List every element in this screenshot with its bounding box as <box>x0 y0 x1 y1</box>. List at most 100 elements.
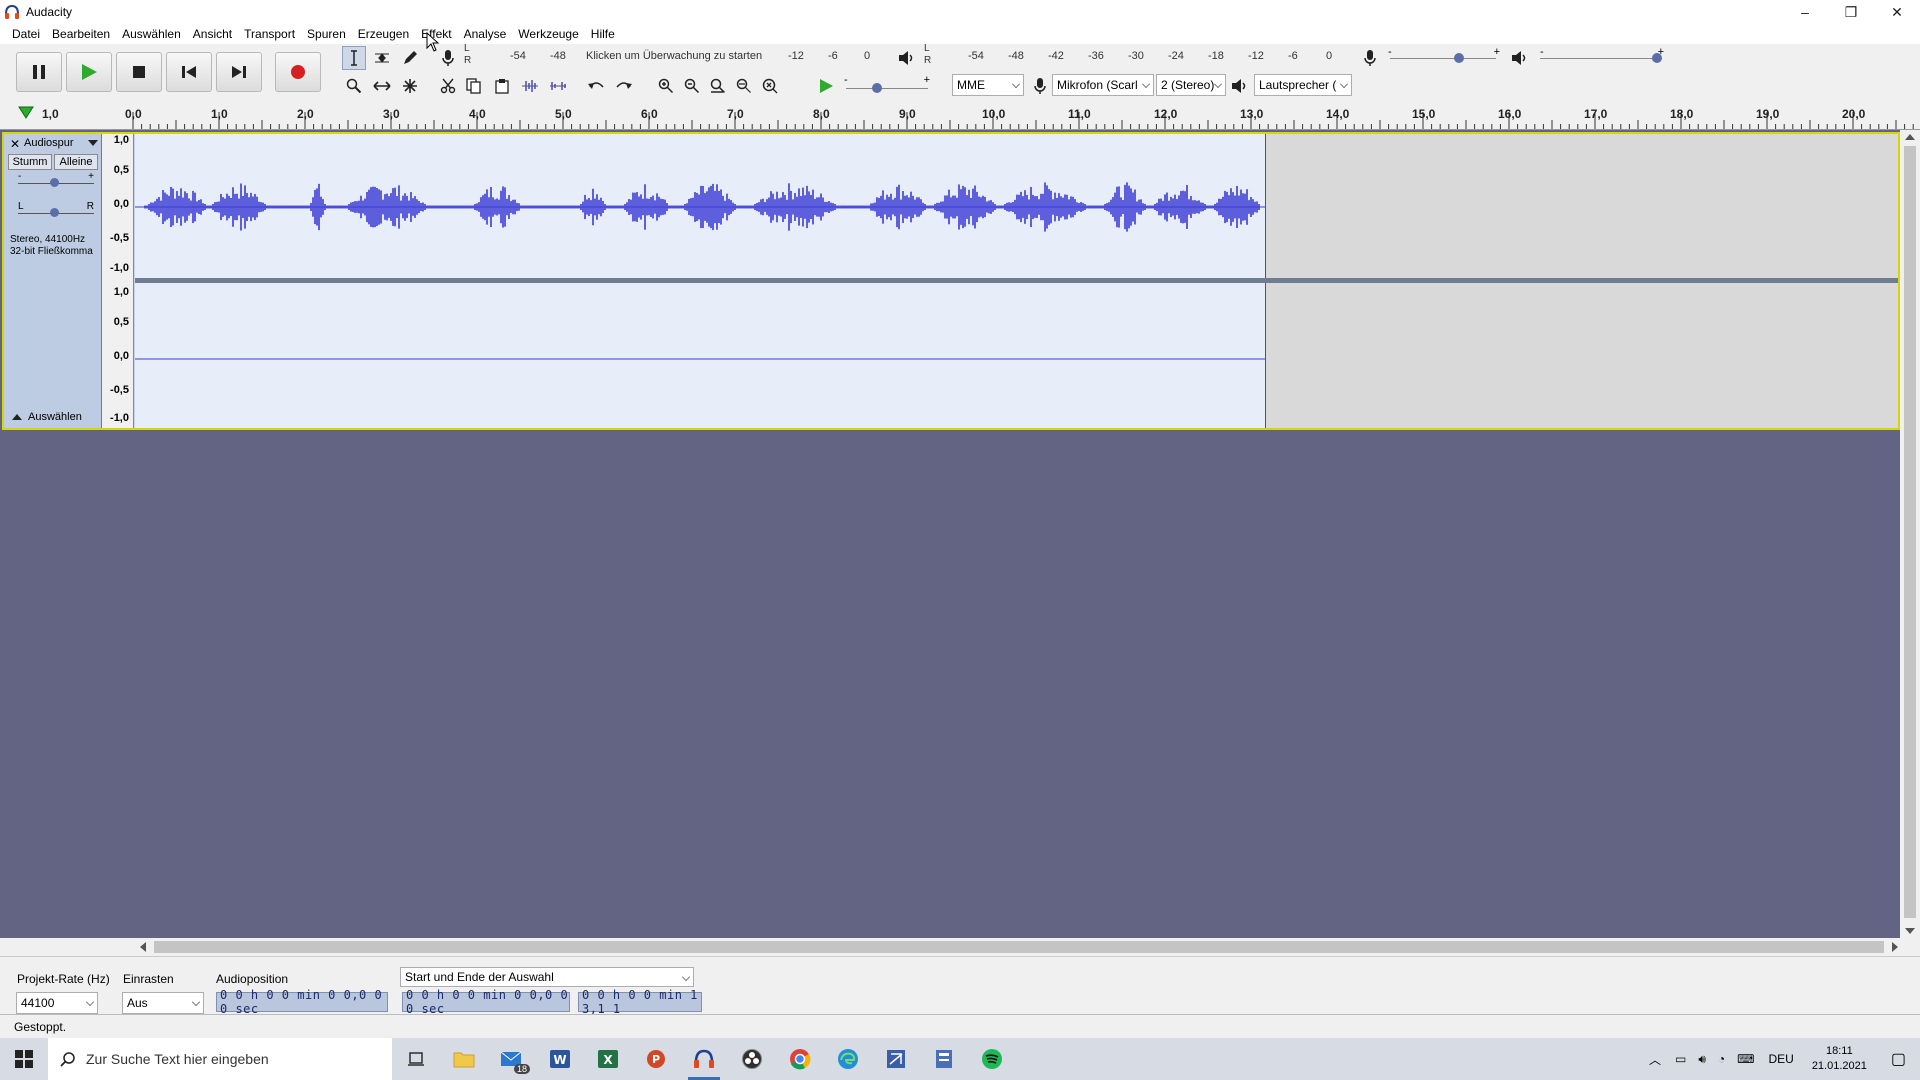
track-area[interactable]: ✕ Audiospur Stumm Alleine - + L R Stereo… <box>0 130 1920 938</box>
taskbar-excel[interactable]: X <box>584 1038 632 1080</box>
scroll-right-arrow-icon[interactable] <box>1892 942 1898 952</box>
taskbar-chrome[interactable] <box>776 1038 824 1080</box>
output-device-select[interactable]: Lautsprecher ( <box>1254 74 1352 96</box>
taskbar-obs[interactable] <box>728 1038 776 1080</box>
tray-overflow-icon[interactable]: ︿ <box>1641 1051 1669 1068</box>
slider-thumb[interactable] <box>50 178 59 187</box>
slider-thumb[interactable] <box>872 83 882 93</box>
scroll-thumb[interactable] <box>1904 146 1916 918</box>
channels-select[interactable]: 2 (Stereo) <box>1156 74 1226 96</box>
mute-button[interactable]: Stumm <box>8 154 52 170</box>
redo-button[interactable] <box>612 74 636 98</box>
track-select-button[interactable]: Auswählen <box>8 410 98 426</box>
slider-thumb[interactable] <box>1454 53 1464 63</box>
track-close-button[interactable]: ✕ <box>8 137 22 151</box>
scroll-down-arrow-icon[interactable] <box>1905 928 1915 934</box>
taskbar-app-notes[interactable] <box>920 1038 968 1080</box>
copy-button[interactable] <box>462 74 486 98</box>
tray-device-icon[interactable]: ▭ <box>1669 1052 1692 1066</box>
notification-center-icon[interactable]: ▢ <box>1877 1049 1920 1069</box>
recording-meter[interactable]: L R -54 -48 Klicken um Überwachung zu st… <box>462 43 882 66</box>
pause-button[interactable] <box>16 52 62 92</box>
output-volume-slider[interactable]: - + <box>1536 46 1666 68</box>
solo-button[interactable]: Alleine <box>54 154 98 170</box>
audio-position-field[interactable]: 0 0 h 0 0 min 0 0,0 0 0 sec <box>216 988 388 1016</box>
menu-transport[interactable]: Transport <box>238 27 301 41</box>
paste-button[interactable] <box>490 74 514 98</box>
taskbar-file-explorer[interactable] <box>440 1038 488 1080</box>
zoom-in-button[interactable] <box>654 74 678 98</box>
play-button[interactable] <box>66 52 112 92</box>
tray-clock[interactable]: 18:11 21.01.2021 <box>1802 1044 1877 1074</box>
selection-end-field[interactable]: 0 0 h 0 0 min 1 3,1 1 <box>578 988 702 1016</box>
taskbar-app-tool[interactable] <box>872 1038 920 1080</box>
taskbar-edge[interactable] <box>824 1038 872 1080</box>
slider-thumb[interactable] <box>50 208 59 217</box>
tray-language[interactable]: DEU <box>1760 1052 1801 1066</box>
horizontal-scrollbar[interactable] <box>0 938 1920 956</box>
track-name-menu[interactable]: Audiospur <box>24 137 100 151</box>
selection-mode-select[interactable]: Start und Ende der Auswahl <box>400 967 694 987</box>
scroll-thumb[interactable] <box>154 941 1884 953</box>
playback-meter-button[interactable] <box>895 46 919 70</box>
menu-werkzeuge[interactable]: Werkzeuge <box>512 27 584 41</box>
channel-separator[interactable] <box>135 278 1898 283</box>
menu-analyse[interactable]: Analyse <box>458 27 513 41</box>
taskbar-powerpoint[interactable]: P <box>632 1038 680 1080</box>
project-rate-select[interactable]: 44100 <box>16 992 98 1014</box>
envelope-tool-button[interactable] <box>370 46 394 70</box>
vertical-ruler[interactable]: 1,0 0,5 0,0 -0,5 -1,0 1,0 0,5 0,0 -0,5 -… <box>102 134 134 428</box>
timeshift-tool-button[interactable] <box>370 74 394 98</box>
selection-start-field[interactable]: 0 0 h 0 0 min 0 0,0 0 0 sec <box>402 988 570 1016</box>
menu-erzeugen[interactable]: Erzeugen <box>352 27 415 41</box>
timeline-ruler[interactable]: 1,0 0,0 1,0 2,0 3,0 4,0 5,0 6,0 7,0 8,0 … <box>0 102 1920 130</box>
snap-select[interactable]: Aus <box>122 992 204 1014</box>
zoom-out-button[interactable] <box>680 74 704 98</box>
skip-to-end-button[interactable] <box>216 52 262 92</box>
draw-tool-button[interactable] <box>398 46 422 70</box>
taskbar-mail[interactable]: 18 <box>488 1038 536 1080</box>
play-at-speed-button[interactable] <box>814 74 838 98</box>
undo-button[interactable] <box>584 74 608 98</box>
menu-datei[interactable]: Datei <box>6 27 46 41</box>
scroll-up-arrow-icon[interactable] <box>1905 134 1915 140</box>
slider-thumb[interactable] <box>1652 53 1662 63</box>
menu-spuren[interactable]: Spuren <box>301 27 352 41</box>
record-button[interactable] <box>275 52 321 92</box>
scroll-left-arrow-icon[interactable] <box>140 942 146 952</box>
stop-button[interactable] <box>116 52 162 92</box>
menu-auswaehlen[interactable]: Auswählen <box>116 27 187 41</box>
menu-hilfe[interactable]: Hilfe <box>585 27 621 41</box>
zoom-toggle-button[interactable] <box>758 74 782 98</box>
taskbar-search-box[interactable]: Zur Suche Text hier eingeben <box>48 1038 392 1080</box>
selection-tool-button[interactable] <box>342 46 366 70</box>
fit-selection-button[interactable] <box>706 74 730 98</box>
tray-network-icon[interactable]: ◔ <box>1712 1052 1731 1066</box>
gain-slider[interactable]: - + <box>16 171 96 192</box>
vertical-scrollbar[interactable] <box>1900 130 1920 938</box>
input-device-select[interactable]: Mikrofon (Scarl <box>1052 74 1154 96</box>
minimize-button[interactable]: – <box>1782 0 1828 24</box>
zoom-tool-button[interactable] <box>342 74 366 98</box>
taskbar-spotify[interactable] <box>968 1038 1016 1080</box>
pan-slider[interactable]: L R <box>16 201 96 222</box>
play-speed-slider[interactable]: - + <box>842 74 932 97</box>
input-volume-slider[interactable]: - + <box>1386 46 1502 68</box>
audio-track[interactable]: ✕ Audiospur Stumm Alleine - + L R Stereo… <box>2 132 1900 430</box>
skip-to-start-button[interactable] <box>166 52 212 92</box>
audio-host-select[interactable]: MME <box>952 74 1024 96</box>
track-control-panel[interactable]: ✕ Audiospur Stumm Alleine - + L R Stereo… <box>4 134 102 428</box>
fit-project-button[interactable] <box>732 74 756 98</box>
restore-button[interactable]: ❐ <box>1828 0 1874 24</box>
taskbar-word[interactable]: W <box>536 1038 584 1080</box>
tray-keyboard-icon[interactable]: ⌨ <box>1731 1052 1760 1066</box>
silence-button[interactable] <box>546 74 570 98</box>
tray-volume-icon[interactable]: 🔊︎ <box>1692 1052 1712 1067</box>
menu-bearbeiten[interactable]: Bearbeiten <box>46 27 116 41</box>
trim-button[interactable] <box>518 74 542 98</box>
task-view-button[interactable] <box>392 1038 440 1080</box>
playback-meter[interactable]: L R -54 -48 -42 -36 -30 -24 -18 -12 -6 0 <box>922 43 1342 66</box>
multi-tool-button[interactable] <box>398 74 422 98</box>
taskbar-audacity[interactable] <box>680 1038 728 1080</box>
start-button[interactable] <box>0 1038 48 1080</box>
